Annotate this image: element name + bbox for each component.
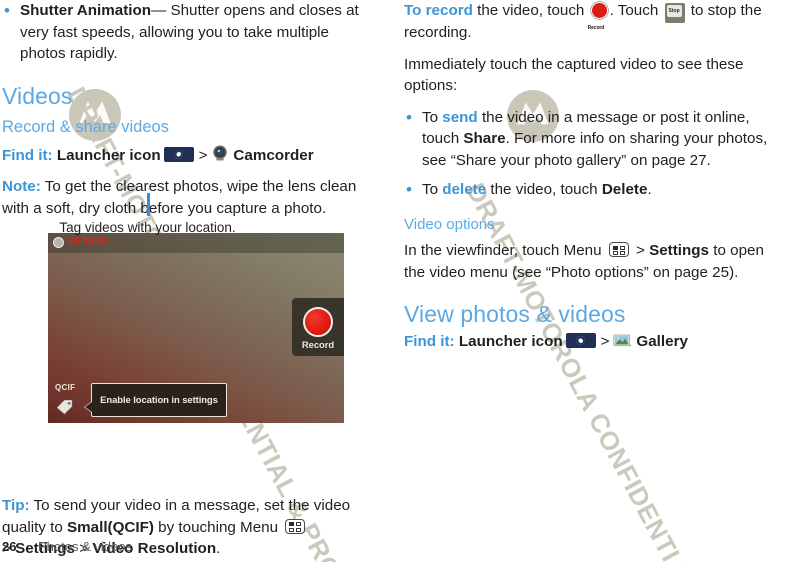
send-part1: To xyxy=(422,108,443,126)
record-icon-label: Record xyxy=(587,25,605,31)
term-shutter-animation: Shutter Animation xyxy=(20,2,152,19)
tip-bold-small-qcif: Small(QCIF) xyxy=(67,518,154,536)
stop-icon-label: Stop xyxy=(668,7,680,14)
record-icon-circle xyxy=(590,2,608,19)
viewfinder-record-label: Record xyxy=(301,340,335,351)
recording-status-dot-icon xyxy=(53,237,64,248)
to-record-part2: . Touch xyxy=(609,2,663,20)
to-record-instruction: To record the video, touch Record . Touch… xyxy=(404,0,776,44)
bullet-shutter-animation: • Shutter Animation— Shutter opens and c… xyxy=(2,0,374,65)
right-column: To record the video, touch Record . Touch… xyxy=(404,0,776,353)
video-options-instruction: In the viewfinder, touch Menu > Settings… xyxy=(404,240,776,283)
tip-label: Tip: xyxy=(2,497,30,514)
bullet-delete-video: • To delete the video, touch Delete. xyxy=(404,179,776,201)
gallery-icon[interactable] xyxy=(613,332,632,348)
location-tooltip[interactable]: Enable location in settings xyxy=(85,383,227,417)
immediately-touch-text: Immediately touch the captured video to … xyxy=(404,55,744,95)
bullet-marker: • xyxy=(4,1,10,20)
bullet-shutter-animation-text: Shutter Animation— Shutter opens and clo… xyxy=(20,0,374,65)
send-highlight: send xyxy=(442,108,478,126)
launcher-icon-text: Launcher icon xyxy=(458,333,563,350)
menu-grid-cell xyxy=(619,245,625,250)
menu-grid-icon[interactable] xyxy=(608,242,629,258)
tip-part2: by touching Menu xyxy=(153,518,283,536)
callout-caption-tag-videos: Tag videos with your location. xyxy=(59,220,236,235)
find-it-target-text: Gallery xyxy=(636,333,688,350)
video-quality-label: QCIF xyxy=(55,383,76,392)
camcorder-icon[interactable] xyxy=(211,144,229,162)
send-bold-share: Share xyxy=(463,130,506,147)
menu-grid-icon[interactable] xyxy=(285,518,306,534)
to-record-label: To record xyxy=(404,2,473,20)
bullet-send-video: • To send the video in a message or post… xyxy=(404,107,776,172)
bullet-delete-video-text: To delete the video, touch Delete. xyxy=(422,179,776,201)
menu-grid-cell xyxy=(289,522,295,527)
find-it-target-text: Camcorder xyxy=(233,146,314,164)
find-it-camcorder: Find it: Launcher icon > Camcorder xyxy=(2,145,374,167)
heading-view-photos-videos: View photos & videos xyxy=(404,301,626,327)
launcher-icon-text: Launcher icon xyxy=(56,146,161,164)
to-record-part1: the video, touch xyxy=(472,2,589,20)
note-label: Note: xyxy=(2,178,41,195)
menu-grid-cell xyxy=(289,527,295,532)
viewfinder-preview: 00:00:00 Record QCIF Enable location in … xyxy=(48,233,344,423)
delete-bold-delete: Delete xyxy=(601,181,648,198)
find-it-separator: > xyxy=(198,146,208,164)
tip-part5: . xyxy=(216,540,221,557)
menu-grid-cell xyxy=(296,527,302,532)
find-it-label: Find it: xyxy=(404,333,455,350)
menu-grid-cell xyxy=(612,245,618,250)
launcher-icon-dot xyxy=(176,152,181,157)
delete-highlight: delete xyxy=(442,181,487,198)
note-lens: Note: To get the clearest photos, wipe t… xyxy=(2,176,374,219)
bullet-marker: • xyxy=(406,107,412,127)
menu-grid-cell xyxy=(612,251,618,256)
bullet-marker: • xyxy=(406,180,412,199)
tag-icon[interactable] xyxy=(55,398,74,415)
left-column: • Shutter Animation— Shutter opens and c… xyxy=(0,0,374,560)
bullet-send-video-text: To send the video in a message or post i… xyxy=(422,107,776,172)
menu-grid-cell xyxy=(619,251,625,256)
callout-leader-line xyxy=(147,193,150,216)
delete-part1: To xyxy=(422,181,443,198)
vo-part1: In the viewfinder, touch Menu xyxy=(404,242,606,259)
recording-timer: 00:00:00 xyxy=(69,236,108,247)
tooltip-tail xyxy=(85,402,92,412)
footer-page-number: 26 xyxy=(2,539,17,554)
camcorder-viewfinder-figure: 00:00:00 Record QCIF Enable location in … xyxy=(48,233,344,423)
menu-grid-cell xyxy=(296,522,302,527)
stop-icon[interactable]: Stop xyxy=(664,3,685,23)
heading-videos: Videos xyxy=(2,82,73,109)
record-icon[interactable]: Record xyxy=(588,2,609,31)
delete-part2: the video, touch xyxy=(486,181,602,198)
location-tooltip-text: Enable location in settings xyxy=(100,395,218,406)
launcher-icon[interactable] xyxy=(163,146,194,162)
page-footer: 26 Photos & videos xyxy=(2,539,132,554)
find-it-label: Find it: xyxy=(2,146,53,164)
vo-part2: > xyxy=(631,242,650,259)
note-text: To get the clearest photos, wipe the len… xyxy=(2,178,357,217)
launcher-icon-dot xyxy=(578,338,583,343)
heading-record-share-videos: Record & share videos xyxy=(2,117,169,136)
footer-section-title: Photos & videos xyxy=(38,539,132,554)
record-circle-icon xyxy=(303,307,333,337)
launcher-icon[interactable] xyxy=(565,333,596,349)
vo-bold-settings: Settings xyxy=(649,242,710,259)
delete-part3: . xyxy=(647,181,652,198)
find-it-gallery: Find it: Launcher icon > Gallery xyxy=(404,331,776,353)
heading-video-options: Video options xyxy=(404,216,495,233)
viewfinder-record-button[interactable]: Record xyxy=(292,298,344,356)
find-it-separator: > xyxy=(600,333,610,350)
